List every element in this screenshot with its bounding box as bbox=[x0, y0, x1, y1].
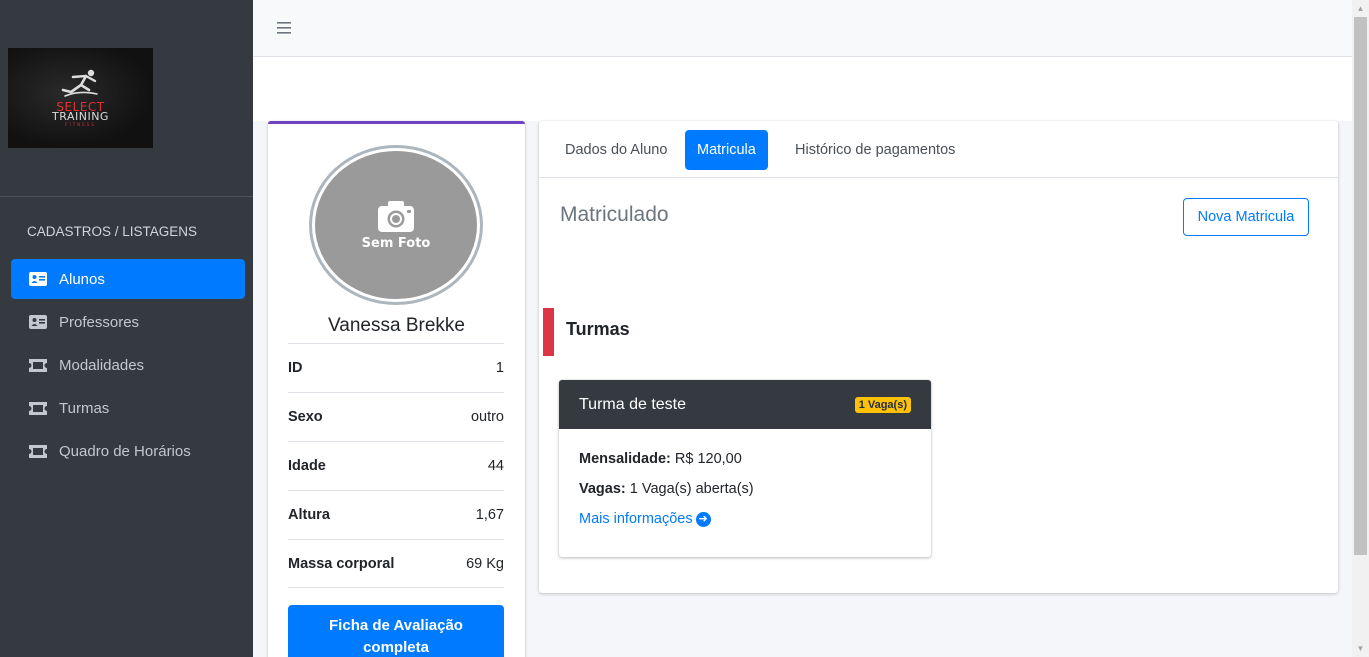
property-value: 44 bbox=[487, 458, 504, 474]
mensalidade-value: R$ 120,00 bbox=[674, 451, 742, 467]
vagas-badge: 1 Vaga(s) bbox=[854, 396, 911, 413]
tab-bar: Dados do Aluno Matricula Histórico de pa… bbox=[539, 121, 1338, 178]
section-title: Turmas bbox=[566, 319, 630, 339]
sidebar-item-turmas[interactable]: Turmas bbox=[11, 388, 245, 428]
mais-informacoes-label: Mais informações bbox=[579, 511, 693, 527]
property-label: ID bbox=[288, 360, 303, 376]
brand-area: SELECT TRAINING FITNESS bbox=[0, 0, 253, 197]
sidebar-item-label: Professores bbox=[59, 313, 140, 331]
tab-matricula[interactable]: Matricula bbox=[685, 130, 768, 170]
scrollbar-thumb[interactable] bbox=[1354, 17, 1367, 555]
property-row-sexo: Sexo outro bbox=[288, 392, 504, 441]
property-value: 1 bbox=[495, 360, 504, 376]
property-row-altura: Altura 1,67 bbox=[288, 490, 504, 539]
turma-card-body: Mensalidade: R$ 120,00 Vagas: 1 Vaga(s) … bbox=[559, 429, 931, 527]
property-label: Idade bbox=[288, 458, 326, 474]
turma-name: Turma de teste bbox=[579, 395, 687, 413]
ticket-icon bbox=[29, 358, 47, 372]
scroll-down-arrow-icon[interactable]: ▼ bbox=[1352, 640, 1369, 657]
enrollment-status: Matriculado bbox=[560, 203, 669, 226]
mensalidade-label: Mensalidade: bbox=[579, 451, 671, 467]
property-row-massa-corporal: Massa corporal 69 Kg bbox=[288, 539, 504, 588]
sidebar-item-quadro-de-horarios[interactable]: Quadro de Horários bbox=[11, 431, 245, 471]
matricula-card: Dados do Aluno Matricula Histórico de pa… bbox=[539, 121, 1338, 593]
id-card-icon bbox=[29, 315, 47, 329]
avatar-label: Sem Foto bbox=[361, 235, 431, 251]
vagas-value: 1 Vaga(s) aberta(s) bbox=[629, 481, 754, 497]
content-header bbox=[253, 57, 1352, 121]
vagas-line: Vagas: 1 Vaga(s) aberta(s) bbox=[579, 481, 911, 497]
property-label: Altura bbox=[288, 507, 330, 523]
section-accent-bar bbox=[543, 308, 554, 356]
top-navbar bbox=[253, 0, 1352, 57]
scroll-up-arrow-icon[interactable]: ▲ bbox=[1352, 0, 1369, 17]
profile-card: Sem Foto Vanessa Brekke ID 1 Sexo outro … bbox=[268, 121, 525, 657]
tab-historico-de-pagamentos[interactable]: Histórico de pagamentos bbox=[783, 130, 967, 170]
arrow-circle-right-icon: ➜ bbox=[695, 511, 711, 527]
turma-card-header: Turma de teste 1 Vaga(s) bbox=[559, 380, 931, 429]
property-label: Sexo bbox=[288, 409, 323, 425]
avatar-placeholder: Sem Foto bbox=[315, 151, 477, 299]
property-value: 69 Kg bbox=[466, 555, 504, 572]
logo-line-2: TRAINING bbox=[52, 110, 109, 123]
sidebar-item-label: Alunos bbox=[59, 270, 105, 288]
hamburger-icon[interactable] bbox=[277, 18, 291, 38]
property-value: outro bbox=[470, 409, 504, 425]
runner-icon bbox=[61, 69, 98, 97]
mais-informacoes-link[interactable]: Mais informações ➜ bbox=[579, 511, 711, 527]
sidebar-item-alunos[interactable]: Alunos bbox=[11, 259, 245, 299]
avatar: Sem Foto bbox=[309, 145, 483, 305]
ticket-icon bbox=[29, 401, 47, 415]
sidebar-item-professores[interactable]: Professores bbox=[11, 302, 245, 342]
property-row-idade: Idade 44 bbox=[288, 441, 504, 490]
tab-dados-do-aluno[interactable]: Dados do Aluno bbox=[553, 130, 679, 170]
property-label: Massa corporal bbox=[288, 555, 395, 572]
profile-properties: ID 1 Sexo outro Idade 44 Altura 1,67 Mas… bbox=[288, 343, 504, 588]
sidebar-item-label: Modalidades bbox=[59, 356, 145, 374]
sidebar-item-label: Turmas bbox=[59, 399, 110, 417]
vagas-label: Vagas: bbox=[579, 481, 626, 497]
sidebar-item-modalidades[interactable]: Modalidades bbox=[11, 345, 245, 385]
brand-logo-text: SELECT TRAINING FITNESS bbox=[52, 101, 109, 128]
page-scrollbar[interactable]: ▲ ▼ bbox=[1352, 0, 1369, 657]
id-card-icon bbox=[29, 272, 47, 286]
profile-name: Vanessa Brekke bbox=[328, 315, 465, 336]
property-row-id: ID 1 bbox=[288, 343, 504, 392]
ticket-icon bbox=[29, 444, 47, 458]
brand-logo[interactable]: SELECT TRAINING FITNESS bbox=[8, 48, 153, 148]
sidebar-item-label: Quadro de Horários bbox=[59, 442, 191, 460]
mensalidade-line: Mensalidade: R$ 120,00 bbox=[579, 451, 911, 467]
nova-matricula-button[interactable]: Nova Matricula bbox=[1183, 198, 1309, 236]
sidebar: SELECT TRAINING FITNESS CADASTROS / LIST… bbox=[0, 0, 253, 657]
nav-header: CADASTROS / LISTAGENS bbox=[27, 224, 198, 239]
ficha-avaliacao-button[interactable]: Ficha de Avaliação completa bbox=[288, 605, 504, 657]
turma-card: Turma de teste 1 Vaga(s) Mensalidade: R$… bbox=[559, 380, 931, 557]
property-value: 1,67 bbox=[475, 507, 504, 523]
camera-icon bbox=[378, 200, 414, 232]
